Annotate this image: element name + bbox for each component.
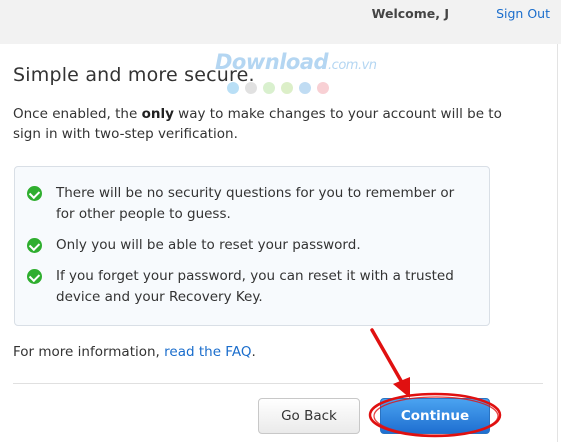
benefit-text: If you forget your password, you can res… — [56, 268, 454, 305]
page-title: Simple and more secure. — [13, 64, 255, 86]
intro-emphasis: only — [141, 106, 174, 122]
intro-text: Once enabled, the only way to make chang… — [13, 104, 513, 144]
benefit-item: If you forget your password, you can res… — [27, 266, 477, 308]
more-info: For more information, read the FAQ. — [13, 344, 256, 360]
go-back-button[interactable]: Go Back — [258, 398, 360, 434]
benefit-text: There will be no security questions for … — [56, 185, 455, 222]
divider — [13, 383, 543, 384]
intro-before: Once enabled, the — [13, 106, 142, 122]
benefit-item: Only you will be able to reset your pass… — [27, 235, 477, 256]
faq-link[interactable]: read the FAQ — [164, 344, 251, 360]
benefits-box: There will be no security questions for … — [14, 166, 490, 326]
welcome-text: Welcome, J — [371, 6, 449, 21]
check-icon — [27, 269, 42, 284]
benefit-item: There will be no security questions for … — [27, 183, 477, 225]
check-icon — [27, 238, 42, 253]
check-icon — [27, 186, 42, 201]
more-info-end: . — [251, 344, 256, 360]
continue-button[interactable]: Continue — [380, 398, 490, 434]
more-info-text: For more information, — [13, 344, 165, 360]
top-bar: Welcome, J Sign Out — [0, 0, 561, 44]
benefit-text: Only you will be able to reset your pass… — [56, 237, 361, 253]
sign-out-link[interactable]: Sign Out — [496, 6, 550, 21]
